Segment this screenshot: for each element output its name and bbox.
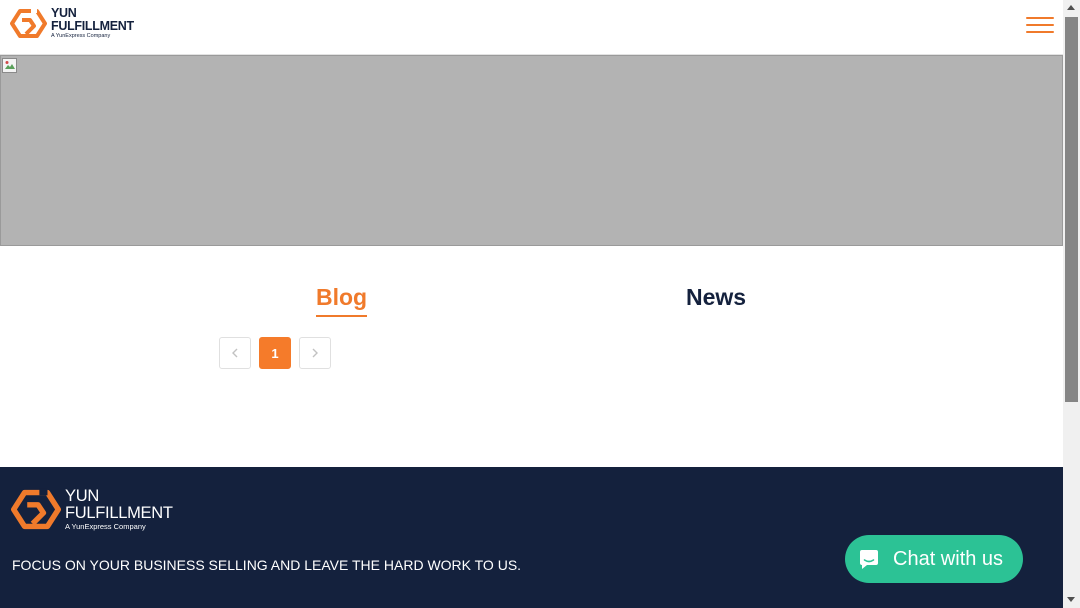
footer-logo-line2: FULFILLMENT [65, 503, 173, 522]
footer-logo[interactable]: YUN FULFILLMENT A YunExpress Company [11, 487, 173, 532]
pagination-next-button[interactable] [299, 337, 331, 369]
chevron-left-icon [232, 348, 238, 358]
tab-blog[interactable]: Blog [316, 284, 368, 317]
tab-news[interactable]: News [686, 284, 746, 311]
logo-line2: FULFILLMENT [51, 18, 134, 33]
footer-logo-subtitle: A YunExpress Company [65, 522, 146, 532]
chevron-right-icon [312, 348, 318, 358]
logo-line1: YUN [51, 6, 77, 21]
hexagon-logo-icon [10, 8, 47, 38]
site-header: YUN FULFILLMENT A YunExpress Company [0, 0, 1063, 55]
scroll-up-arrow-icon[interactable] [1067, 5, 1075, 10]
hexagon-logo-icon [11, 488, 61, 530]
chat-bubble-icon [860, 550, 878, 569]
pagination-page-1[interactable]: 1 [259, 337, 291, 369]
hero-banner-image [0, 55, 1063, 246]
logo-subtitle: A YunExpress Company [51, 33, 111, 40]
header-logo[interactable]: YUN FULFILLMENT A YunExpress Company [10, 7, 134, 40]
page-scrollbar[interactable] [1063, 0, 1080, 608]
hamburger-menu-icon[interactable] [1026, 17, 1054, 37]
chat-with-us-button[interactable]: Chat with us [845, 535, 1023, 583]
broken-image-icon [2, 58, 17, 73]
scrollbar-thumb[interactable] [1065, 17, 1078, 402]
footer-tagline: FOCUS ON YOUR BUSINESS SELLING AND LEAVE… [12, 557, 522, 573]
footer-logo-line1: YUN [65, 487, 99, 506]
pagination-prev-button[interactable] [219, 337, 251, 369]
scroll-down-arrow-icon[interactable] [1067, 597, 1075, 602]
chat-label: Chat with us [893, 547, 1004, 570]
